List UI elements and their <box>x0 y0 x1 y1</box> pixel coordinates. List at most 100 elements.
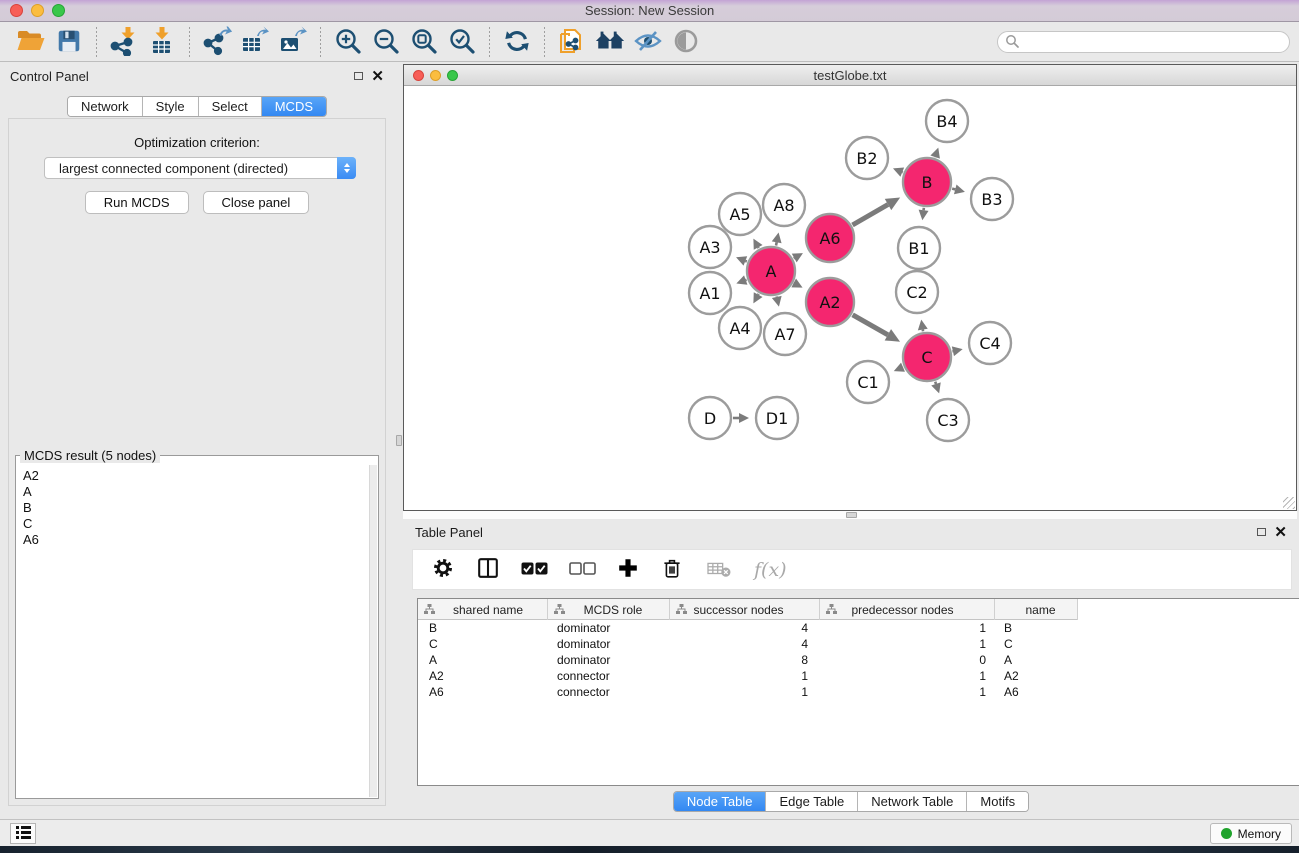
graph-node-C1[interactable]: C1 <box>847 361 889 403</box>
network-window-controls[interactable] <box>413 70 458 81</box>
tab-network-table[interactable]: Network Table <box>857 792 966 811</box>
show-column-button[interactable] <box>476 556 500 583</box>
graph-node-C2[interactable]: C2 <box>896 271 938 313</box>
tab-node-table[interactable]: Node Table <box>674 792 766 811</box>
network-canvas[interactable]: B4B2B3A5A8A3B1A1C2A4A7C4C1DD1C3BA6AA2C <box>404 87 1296 510</box>
mcds-result-item[interactable]: A6 <box>23 532 369 548</box>
node-table[interactable]: shared nameMCDS rolesuccessor nodesprede… <box>417 598 1299 786</box>
table-cell[interactable]: B <box>418 621 548 635</box>
memory-button[interactable]: Memory <box>1210 823 1292 844</box>
graph-edge[interactable] <box>776 242 777 245</box>
table-cell[interactable]: 0 <box>820 653 995 667</box>
network-graph[interactable]: B4B2B3A5A8A3B1A1C2A4A7C4C1DD1C3BA6AA2C <box>404 87 1296 510</box>
table-cell[interactable]: connector <box>548 669 670 683</box>
table-cell[interactable]: 4 <box>670 637 820 651</box>
home-networks-button[interactable] <box>593 25 627 59</box>
table-cell[interactable]: dominator <box>548 621 670 635</box>
graph-node-A1[interactable]: A1 <box>689 272 731 314</box>
graph-edge[interactable] <box>853 315 888 335</box>
tab-mcds[interactable]: MCDS <box>261 97 326 116</box>
mcds-result-item[interactable]: B <box>23 500 369 516</box>
graph-node-C[interactable]: C <box>903 333 951 381</box>
select-all-button[interactable] <box>521 562 548 578</box>
delete-row-button[interactable] <box>660 556 684 583</box>
graph-edge[interactable] <box>935 382 936 384</box>
save-session-button[interactable] <box>52 25 86 59</box>
tab-select[interactable]: Select <box>198 97 261 116</box>
network-window-titlebar[interactable]: testGlobe.txt <box>404 65 1296 86</box>
tab-style[interactable]: Style <box>142 97 198 116</box>
table-settings-button[interactable] <box>431 556 455 583</box>
table-cell[interactable]: 1 <box>670 685 820 699</box>
table-cell[interactable]: dominator <box>548 637 670 651</box>
minimize-window-button[interactable] <box>31 4 44 17</box>
column-header-successor-nodes[interactable]: successor nodes <box>670 599 820 620</box>
table-cell[interactable]: 1 <box>820 637 995 651</box>
horizontal-splitter-handle[interactable] <box>846 512 857 518</box>
vertical-splitter-handle[interactable] <box>396 435 402 446</box>
graph-edge[interactable] <box>952 189 955 190</box>
export-table-button[interactable] <box>238 25 272 59</box>
table-cell[interactable]: A <box>995 653 1078 667</box>
window-controls[interactable] <box>10 4 65 17</box>
zoom-fit-button[interactable] <box>407 25 441 59</box>
close-panel-icon[interactable]: ✕ <box>371 72 384 81</box>
hide-panels-button[interactable] <box>631 25 665 59</box>
mcds-result-item[interactable]: A2 <box>23 468 369 484</box>
table-cell[interactable]: A2 <box>418 669 548 683</box>
search-field[interactable] <box>997 31 1290 53</box>
float-panel-icon[interactable] <box>1257 528 1266 536</box>
close-panel-button[interactable]: Close panel <box>203 191 310 214</box>
delete-table-button[interactable] <box>705 557 733 582</box>
table-body[interactable]: Bdominator41BCdominator41CAdominator80AA… <box>418 620 1299 700</box>
table-cell[interactable]: 4 <box>670 621 820 635</box>
graph-node-B3[interactable]: B3 <box>971 178 1013 220</box>
zoom-window-button[interactable] <box>52 4 65 17</box>
table-row[interactable]: Bdominator41B <box>418 620 1299 636</box>
import-table-button[interactable] <box>145 25 179 59</box>
graph-node-A8[interactable]: A8 <box>763 184 805 226</box>
float-panel-icon[interactable] <box>354 72 363 80</box>
table-row[interactable]: A2connector11A2 <box>418 668 1299 684</box>
export-image-button[interactable] <box>276 25 310 59</box>
tab-edge-table[interactable]: Edge Table <box>765 792 857 811</box>
close-window-button[interactable] <box>10 4 23 17</box>
close-network-button[interactable] <box>413 70 424 81</box>
mcds-list-scrollbar[interactable] <box>369 465 377 797</box>
graph-node-A5[interactable]: A5 <box>719 193 761 235</box>
table-cell[interactable]: A <box>418 653 548 667</box>
task-history-button[interactable] <box>10 823 36 844</box>
show-panel-button[interactable] <box>669 25 703 59</box>
table-cell[interactable]: dominator <box>548 653 670 667</box>
graph-edge[interactable] <box>853 204 889 225</box>
column-header-predecessor-nodes[interactable]: predecessor nodes <box>820 599 995 620</box>
tab-network[interactable]: Network <box>68 97 142 116</box>
graph-edge[interactable] <box>745 261 746 262</box>
table-cell[interactable]: B <box>995 621 1078 635</box>
table-cell[interactable]: A6 <box>995 685 1078 699</box>
refresh-button[interactable] <box>500 25 534 59</box>
table-header-row[interactable]: shared nameMCDS rolesuccessor nodesprede… <box>418 599 1078 620</box>
table-cell[interactable]: 1 <box>820 669 995 683</box>
table-cell[interactable]: 1 <box>820 621 995 635</box>
table-row[interactable]: Cdominator41C <box>418 636 1299 652</box>
graph-node-C4[interactable]: C4 <box>969 322 1011 364</box>
graph-node-A2[interactable]: A2 <box>806 278 854 326</box>
mcds-result-list[interactable]: A2ABCA6 <box>17 465 369 797</box>
close-panel-icon[interactable]: ✕ <box>1274 528 1287 537</box>
graph-node-A4[interactable]: A4 <box>719 307 761 349</box>
table-cell[interactable]: connector <box>548 685 670 699</box>
add-row-button[interactable] <box>617 557 639 582</box>
zoom-in-button[interactable] <box>331 25 365 59</box>
table-row[interactable]: Adominator80A <box>418 652 1299 668</box>
graph-node-A6[interactable]: A6 <box>806 214 854 262</box>
column-header-shared-name[interactable]: shared name <box>418 599 548 620</box>
minimize-network-button[interactable] <box>430 70 441 81</box>
table-cell[interactable]: 1 <box>820 685 995 699</box>
graph-node-A3[interactable]: A3 <box>689 226 731 268</box>
table-cell[interactable]: 1 <box>670 669 820 683</box>
tab-motifs[interactable]: Motifs <box>966 792 1028 811</box>
table-cell[interactable]: 8 <box>670 653 820 667</box>
deselect-all-button[interactable] <box>569 562 596 578</box>
graph-node-D[interactable]: D <box>689 397 731 439</box>
